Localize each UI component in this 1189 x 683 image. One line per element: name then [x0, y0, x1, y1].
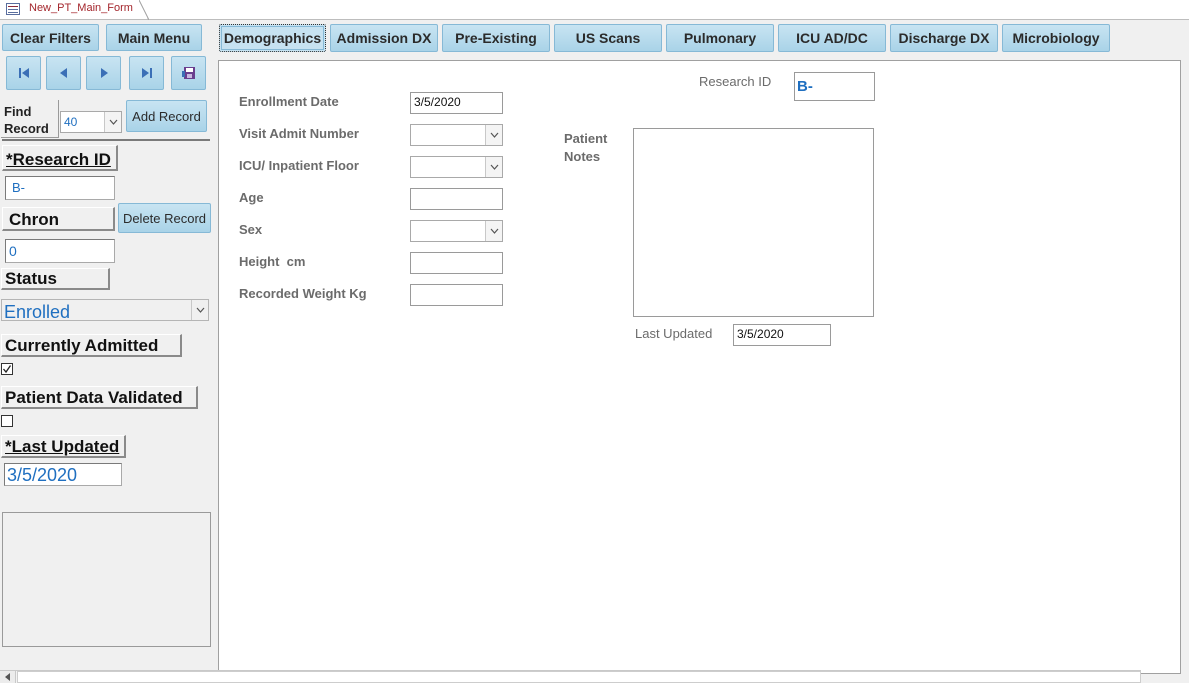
subform-area: [2, 512, 211, 647]
notes-last-updated-field[interactable]: 3/5/2020: [733, 324, 831, 346]
research-id-field-label: Research ID: [699, 74, 772, 89]
checkmark-icon: [3, 365, 12, 374]
clear-filters-button[interactable]: Clear Filters: [2, 24, 99, 51]
chron-value: 0: [9, 243, 17, 259]
weight-field[interactable]: [410, 284, 503, 306]
research-id-field[interactable]: B-: [5, 176, 115, 200]
chron-label-text: Chron: [9, 210, 60, 229]
chevron-down-icon[interactable]: [485, 221, 502, 241]
add-record-button[interactable]: Add Record: [126, 100, 207, 132]
tab-pre-existing[interactable]: Pre-Existing: [442, 24, 550, 52]
find-record-combobox[interactable]: 40: [60, 111, 122, 133]
last-record-button[interactable]: [129, 56, 164, 90]
next-record-button[interactable]: [86, 56, 121, 90]
icu-floor-combobox[interactable]: [410, 156, 503, 178]
height-field[interactable]: [410, 252, 503, 274]
find-record-label-line1: Find: [4, 104, 32, 119]
left-pane-separator: [2, 139, 210, 141]
chron-field[interactable]: 0: [5, 239, 115, 263]
status-label-text: Status: [5, 269, 57, 288]
scroll-left-icon: [4, 673, 10, 681]
enrollment-date-label: Enrollment Date: [239, 94, 339, 109]
sex-combobox[interactable]: [410, 220, 503, 242]
chevron-down-icon[interactable]: [485, 157, 502, 177]
tab-pulmonary[interactable]: Pulmonary: [666, 24, 774, 52]
last-updated-field[interactable]: 3/5/2020: [4, 463, 122, 486]
previous-record-icon: [59, 68, 67, 78]
last-updated-label: *Last Updated: [1, 435, 126, 458]
form-icon: [6, 3, 20, 15]
notes-last-updated-label: Last Updated: [635, 326, 713, 341]
find-record-label: Find Record: [4, 103, 49, 137]
tab-us-scans[interactable]: US Scans: [554, 24, 662, 52]
next-record-icon: [100, 68, 108, 78]
main-menu-button[interactable]: Main Menu: [106, 24, 202, 51]
chevron-down-icon[interactable]: [485, 125, 502, 145]
patient-notes-label-line1: Patient: [564, 131, 608, 146]
first-record-button[interactable]: [6, 56, 41, 90]
age-label: Age: [239, 190, 264, 205]
sex-label: Sex: [239, 222, 263, 237]
scrollbar-track[interactable]: [17, 671, 1141, 683]
patient-data-validated-checkbox[interactable]: [1, 415, 13, 427]
patient-data-validated-label: Patient Data Validated: [1, 386, 198, 409]
save-record-icon: [181, 67, 195, 79]
status-combobox[interactable]: Enrolled: [1, 299, 209, 322]
tab-microbiology[interactable]: Microbiology: [1002, 24, 1110, 52]
weight-label: Recorded Weight Kg: [239, 286, 367, 301]
patient-notes-label: Patient Notes: [564, 130, 607, 166]
previous-record-button[interactable]: [46, 56, 81, 90]
status-value: Enrolled: [4, 302, 71, 322]
tab-icu-ad-dc[interactable]: ICU AD/DC: [778, 24, 886, 52]
document-tab-edge: [138, 0, 150, 21]
height-label: Height cm: [239, 254, 306, 269]
chron-label: Chron: [2, 207, 115, 231]
delete-record-button[interactable]: Delete Record: [118, 203, 211, 233]
last-record-icon: [141, 68, 152, 78]
research-id-label-text: *Research ID: [6, 150, 111, 169]
enrollment-date-field[interactable]: 3/5/2020: [410, 92, 503, 114]
find-record-value: 40: [64, 115, 78, 129]
visit-admit-number-label: Visit Admit Number: [239, 126, 359, 141]
tab-admission-dx[interactable]: Admission DX: [330, 24, 438, 52]
scroll-left-button[interactable]: [0, 671, 16, 683]
research-id-label: *Research ID: [2, 145, 118, 171]
research-id-value: B-: [12, 180, 25, 195]
research-id-display-value: B-: [797, 78, 813, 95]
last-updated-value: 3/5/2020: [7, 465, 78, 485]
tab-discharge-dx[interactable]: Discharge DX: [890, 24, 998, 52]
currently-admitted-label: Currently Admitted: [1, 334, 182, 357]
status-label: Status: [1, 268, 110, 290]
visit-admit-number-combobox[interactable]: [410, 124, 503, 146]
age-field[interactable]: [410, 188, 503, 210]
currently-admitted-checkbox[interactable]: [1, 363, 13, 375]
document-tab-title: New_PT_Main_Form: [29, 2, 133, 14]
save-record-button[interactable]: [171, 56, 206, 90]
patient-notes-label-line2: Notes: [564, 149, 601, 164]
chevron-down-icon[interactable]: [191, 300, 208, 320]
tab-demographics[interactable]: Demographics: [219, 24, 326, 52]
currently-admitted-label-text: Currently Admitted: [5, 336, 159, 355]
chevron-down-icon[interactable]: [104, 112, 121, 132]
find-record-label-line2: Record: [4, 121, 49, 136]
last-updated-label-text: *Last Updated: [5, 437, 120, 456]
tab-bar-divider: [0, 19, 1189, 20]
document-tab-bar: [0, 0, 1189, 20]
first-record-icon: [18, 68, 29, 78]
research-id-display[interactable]: B-: [794, 72, 875, 101]
patient-notes-textarea[interactable]: [633, 128, 874, 317]
patient-data-validated-label-text: Patient Data Validated: [5, 388, 183, 407]
icu-floor-label: ICU/ Inpatient Floor: [239, 158, 359, 173]
